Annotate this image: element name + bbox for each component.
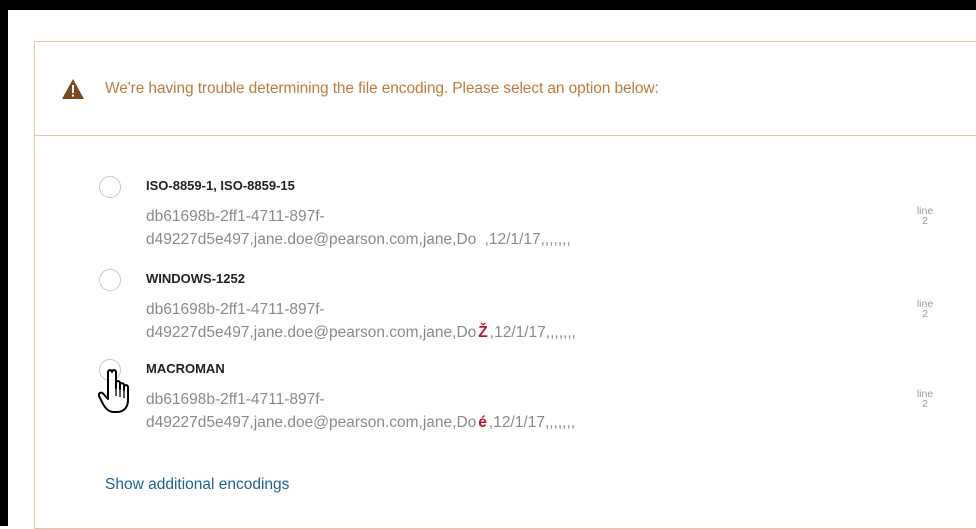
warning-banner: We're having trouble determining the fil…: [35, 42, 976, 136]
radio-iso-8859[interactable]: [99, 176, 121, 198]
show-additional-encodings-link[interactable]: Show additional encodings: [105, 476, 289, 494]
line-number: 2: [922, 398, 928, 410]
decoded-char: Ž: [478, 324, 488, 341]
sample-line-1: db61698b-2ff1-4711-897f-: [146, 301, 325, 318]
sample-line-2: d49227d5e497,jane.doe@pearson.com,jane,D…: [146, 411, 575, 434]
encoding-option-iso-8859[interactable]: ISO-8859-1, ISO-8859-15 db61698b-2ff1-47…: [35, 172, 976, 252]
encoding-option-macroman[interactable]: MACROMAN db61698b-2ff1-4711-897f- d49227…: [35, 355, 976, 435]
option-label: ISO-8859-1, ISO-8859-15: [146, 178, 295, 193]
option-sample: db61698b-2ff1-4711-897f- d49227d5e497,ja…: [146, 298, 576, 344]
screenshot-frame: We're having trouble determining the fil…: [0, 0, 976, 529]
line-reference: line 2: [913, 206, 937, 227]
sample-line-2: d49227d5e497,jane.doe@pearson.com,jane,D…: [146, 321, 576, 344]
encoding-option-windows-1252[interactable]: WINDOWS-1252 db61698b-2ff1-4711-897f- d4…: [35, 265, 976, 345]
sample-suffix: ,12/1/17,,,,,,,: [488, 414, 576, 431]
encoding-dialog: We're having trouble determining the fil…: [34, 41, 976, 529]
line-number: 2: [922, 308, 928, 320]
option-label: MACROMAN: [146, 361, 225, 376]
sample-prefix: d49227d5e497,jane.doe@pearson.com,jane,D…: [146, 231, 481, 248]
hand-pointer-cursor-icon: [98, 369, 129, 413]
option-sample: db61698b-2ff1-4711-897f- d49227d5e497,ja…: [146, 388, 575, 434]
line-reference: line 2: [913, 299, 937, 320]
sample-line-2: d49227d5e497,jane.doe@pearson.com,jane,D…: [146, 228, 571, 251]
option-label: WINDOWS-1252: [146, 271, 245, 286]
sample-suffix: ,12/1/17,,,,,,,: [484, 231, 571, 248]
sample-prefix: d49227d5e497,jane.doe@pearson.com,jane,D…: [146, 414, 477, 431]
line-number: 2: [922, 215, 928, 227]
warning-message: We're having trouble determining the fil…: [105, 79, 659, 97]
sample-line-1: db61698b-2ff1-4711-897f-: [146, 391, 325, 408]
sample-line-1: db61698b-2ff1-4711-897f-: [146, 208, 325, 225]
sample-suffix: ,12/1/17,,,,,,,: [489, 324, 576, 341]
line-reference: line 2: [913, 389, 937, 410]
warning-triangle-icon: [62, 78, 84, 99]
decoded-char: é: [478, 414, 487, 431]
radio-windows-1252[interactable]: [99, 269, 121, 291]
option-sample: db61698b-2ff1-4711-897f- d49227d5e497,ja…: [146, 205, 571, 251]
sample-prefix: d49227d5e497,jane.doe@pearson.com,jane,D…: [146, 324, 477, 341]
